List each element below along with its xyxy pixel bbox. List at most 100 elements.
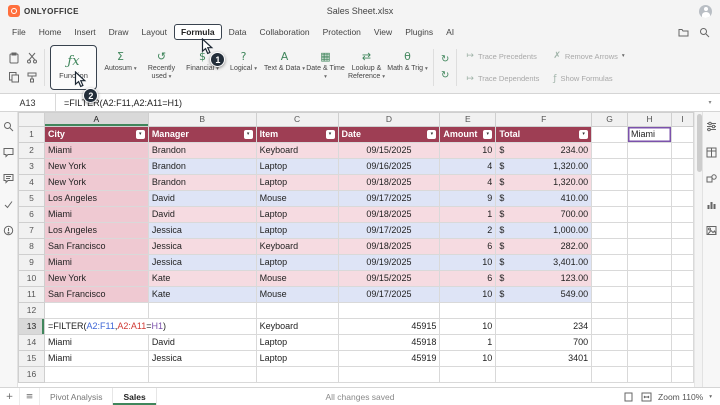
cell[interactable] bbox=[670, 318, 694, 335]
column-header-d[interactable]: D bbox=[337, 112, 441, 127]
cell[interactable] bbox=[591, 302, 629, 319]
column-header-h[interactable]: H bbox=[627, 112, 672, 127]
menu-tab-view[interactable]: View bbox=[368, 25, 398, 39]
formula-input[interactable]: =FILTER(A2:F11,A2:A11=H1) bbox=[56, 94, 700, 111]
cell[interactable] bbox=[670, 334, 694, 351]
feedback-icon[interactable] bbox=[3, 224, 15, 236]
cell[interactable]: $549.00 bbox=[495, 286, 593, 303]
table-settings-icon[interactable] bbox=[706, 146, 718, 158]
cell[interactable]: 2 bbox=[439, 222, 497, 239]
cut-icon[interactable] bbox=[24, 51, 39, 66]
category-autosum[interactable]: Σ Autosum ▾ bbox=[100, 45, 141, 90]
cell[interactable] bbox=[591, 222, 629, 239]
cell[interactable]: David bbox=[147, 190, 257, 207]
row-header-6[interactable]: 6 bbox=[18, 206, 45, 223]
zoom-level[interactable]: Zoom 110% bbox=[658, 392, 703, 402]
row-header-15[interactable]: 15 bbox=[18, 350, 45, 367]
cell[interactable] bbox=[439, 366, 497, 383]
row-header-11[interactable]: 11 bbox=[18, 286, 45, 303]
copy-style-icon[interactable] bbox=[24, 70, 39, 85]
cell[interactable]: Jessica bbox=[147, 254, 257, 271]
filter-button[interactable]: ▾ bbox=[243, 130, 253, 139]
calculate-workbook-icon[interactable]: ↻ bbox=[441, 70, 449, 81]
cell[interactable]: $1,320.00 bbox=[495, 174, 593, 191]
cell-name-box[interactable]: A13 bbox=[0, 94, 56, 111]
cell[interactable] bbox=[591, 126, 629, 143]
header-cell-item[interactable]: Item ▾ bbox=[255, 126, 339, 143]
cell[interactable]: $3,401.00 bbox=[495, 254, 593, 271]
cell[interactable] bbox=[627, 206, 672, 223]
cell[interactable]: 234 bbox=[495, 318, 593, 335]
menu-tab-plugins[interactable]: Plugins bbox=[399, 25, 439, 39]
cell[interactable]: 45918 bbox=[337, 334, 441, 351]
cell[interactable] bbox=[670, 302, 694, 319]
cell[interactable] bbox=[495, 366, 593, 383]
cell[interactable] bbox=[670, 222, 694, 239]
menu-tab-draw[interactable]: Draw bbox=[103, 25, 135, 39]
cell[interactable]: 09/17/2025 bbox=[337, 286, 441, 303]
cell[interactable] bbox=[591, 254, 629, 271]
cell[interactable]: 9 bbox=[439, 190, 497, 207]
cell[interactable] bbox=[255, 302, 339, 319]
cell[interactable]: New York bbox=[43, 174, 149, 191]
cell[interactable] bbox=[627, 318, 672, 335]
cell[interactable]: Laptop bbox=[255, 174, 339, 191]
cell[interactable]: 700 bbox=[495, 334, 593, 351]
header-cell-amount[interactable]: Amount ▾ bbox=[439, 126, 497, 143]
sheet-tab-sales[interactable]: Sales bbox=[113, 388, 157, 405]
trace-dependents-button[interactable]: ↦ Trace Dependents bbox=[466, 68, 539, 91]
cell[interactable]: 09/18/2025 bbox=[337, 238, 441, 255]
cell[interactable]: Miami bbox=[43, 206, 149, 223]
cell[interactable] bbox=[670, 350, 694, 367]
cell[interactable] bbox=[591, 286, 629, 303]
search-panel-icon[interactable] bbox=[3, 120, 15, 132]
menu-tab-ai[interactable]: AI bbox=[440, 25, 460, 39]
row-header-14[interactable]: 14 bbox=[18, 334, 45, 351]
row-header-2[interactable]: 2 bbox=[18, 142, 45, 159]
row-header-9[interactable]: 9 bbox=[18, 254, 45, 271]
cell[interactable]: $410.00 bbox=[495, 190, 593, 207]
fit-width-icon[interactable] bbox=[640, 391, 652, 403]
cell[interactable] bbox=[670, 126, 694, 143]
cell[interactable] bbox=[591, 174, 629, 191]
remove-arrows-button[interactable]: ✗ Remove Arrows ▾ bbox=[553, 45, 624, 68]
cell[interactable]: 6 bbox=[439, 238, 497, 255]
category-lookup-reference[interactable]: ⇄ Lookup & Reference ▾ bbox=[346, 45, 387, 90]
formula-cell[interactable]: =FILTER(A2:F11,A2:A11=H1) bbox=[43, 318, 257, 335]
menu-tab-home[interactable]: Home bbox=[33, 25, 68, 39]
cell[interactable] bbox=[670, 190, 694, 207]
cell[interactable]: 10 bbox=[439, 254, 497, 271]
header-cell-city[interactable]: City ▾ bbox=[43, 126, 149, 143]
cell[interactable] bbox=[255, 366, 339, 383]
row-header-3[interactable]: 3 bbox=[18, 158, 45, 175]
cell[interactable] bbox=[670, 206, 694, 223]
vertical-scrollbar[interactable] bbox=[694, 112, 702, 387]
cell[interactable]: Brandon bbox=[147, 158, 257, 175]
cell[interactable] bbox=[627, 142, 672, 159]
cell[interactable]: 09/18/2025 bbox=[337, 206, 441, 223]
cell[interactable]: Laptop bbox=[255, 222, 339, 239]
cell[interactable]: Miami bbox=[43, 142, 149, 159]
menu-tab-collaboration[interactable]: Collaboration bbox=[254, 25, 316, 39]
cell[interactable] bbox=[591, 334, 629, 351]
cell[interactable]: $123.00 bbox=[495, 270, 593, 287]
cell[interactable]: New York bbox=[43, 158, 149, 175]
cell[interactable]: Los Angeles bbox=[43, 190, 149, 207]
cell[interactable]: 10 bbox=[439, 318, 497, 335]
spellcheck-icon[interactable] bbox=[3, 198, 15, 210]
header-cell-date[interactable]: Date ▾ bbox=[337, 126, 441, 143]
filter-button[interactable]: ▾ bbox=[135, 130, 145, 139]
cell[interactable]: 09/15/2025 bbox=[337, 270, 441, 287]
row-header-5[interactable]: 5 bbox=[18, 190, 45, 207]
cell[interactable]: 09/17/2025 bbox=[337, 222, 441, 239]
cell[interactable] bbox=[43, 366, 149, 383]
cell[interactable]: 09/15/2025 bbox=[337, 142, 441, 159]
filter-button[interactable]: ▾ bbox=[579, 130, 589, 139]
cell[interactable]: Laptop bbox=[255, 206, 339, 223]
cell[interactable] bbox=[591, 238, 629, 255]
cell[interactable]: Jessica bbox=[147, 222, 257, 239]
fit-page-icon[interactable] bbox=[622, 391, 634, 403]
zoom-chevron-down-icon[interactable]: ▾ bbox=[709, 394, 712, 400]
cell[interactable]: $234.00 bbox=[495, 142, 593, 159]
cell[interactable] bbox=[627, 190, 672, 207]
